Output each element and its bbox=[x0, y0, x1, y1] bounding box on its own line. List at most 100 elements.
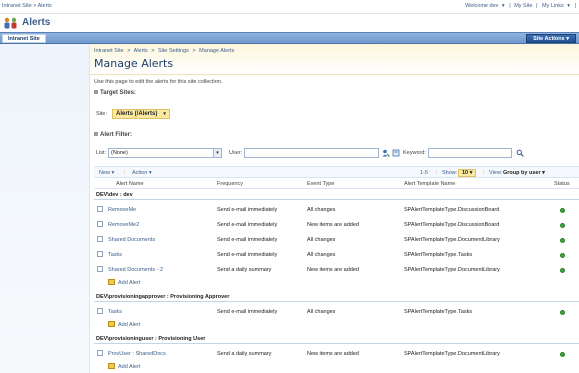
list-toolbar: New ▾ | Action ▾ 1-5 | Show: 10 ▾ | View… bbox=[94, 166, 579, 178]
alert-filter-heading: Alert Filter: bbox=[94, 132, 132, 138]
row-checkbox[interactable] bbox=[97, 206, 103, 212]
status-ok-icon bbox=[560, 238, 565, 243]
event-type-cell: All changes bbox=[307, 237, 336, 243]
row-checkbox[interactable] bbox=[97, 308, 103, 314]
group-header: DEV\provisioningapprover : Provisioning … bbox=[94, 292, 579, 302]
row-checkbox[interactable] bbox=[97, 251, 103, 257]
column-event-type[interactable]: Event Type bbox=[307, 181, 334, 187]
breadcrumb-link[interactable]: Alerts bbox=[134, 48, 148, 54]
row-checkbox[interactable] bbox=[97, 221, 103, 227]
event-type-cell: All changes bbox=[307, 207, 336, 213]
add-alert-link[interactable]: Add Alert bbox=[94, 361, 579, 372]
keyword-input[interactable] bbox=[428, 148, 512, 158]
event-type-cell: All changes bbox=[307, 309, 336, 315]
alert-name-link[interactable]: RemoveMe bbox=[108, 207, 136, 213]
add-alert-icon bbox=[108, 279, 115, 285]
frequency-cell: Send e-mail immediately bbox=[217, 207, 278, 213]
search-icon[interactable] bbox=[516, 149, 524, 157]
welcome-menu[interactable]: Welcome dev ▾ bbox=[464, 3, 506, 9]
main-content: Intranet Site > Alerts > Site Settings >… bbox=[90, 44, 579, 373]
column-frequency[interactable]: Frequency bbox=[217, 181, 243, 187]
event-type-cell: New items are added bbox=[307, 351, 359, 357]
list-label: List: bbox=[96, 150, 107, 156]
column-status[interactable]: Status bbox=[554, 181, 570, 187]
add-alert-label: Add Alert bbox=[118, 322, 141, 328]
toolbar-separator: | bbox=[124, 170, 126, 176]
user-links: Welcome dev ▾ | My Site | My Links ▾ | bbox=[463, 3, 577, 9]
user-input[interactable] bbox=[244, 148, 379, 158]
frequency-cell: Send e-mail immediately bbox=[217, 252, 278, 258]
my-links-menu[interactable]: My Links ▾ bbox=[541, 3, 571, 9]
alert-filter-label: Alert Filter: bbox=[100, 132, 133, 138]
top-nav-bar: Intranet Site Site Actions ▾ bbox=[0, 32, 579, 44]
show-count-selector[interactable]: 10 ▾ bbox=[458, 169, 477, 177]
new-menu[interactable]: New ▾ bbox=[99, 170, 114, 176]
view-label: View: bbox=[489, 170, 503, 176]
list-select-value: (None) bbox=[111, 150, 128, 156]
status-ok-icon bbox=[560, 223, 565, 228]
add-alert-label: Add Alert bbox=[118, 364, 141, 370]
breadcrumb-current: Manage Alerts bbox=[199, 48, 235, 54]
user-label: User: bbox=[229, 150, 243, 156]
table-row[interactable]: RemoveMe2 Send e-mail immediately New item… bbox=[94, 218, 579, 231]
event-type-cell: All changes bbox=[307, 252, 336, 258]
site-title[interactable]: Alerts bbox=[22, 17, 50, 28]
row-checkbox[interactable] bbox=[97, 266, 103, 272]
table-row[interactable]: Tasks Send e-mail immediately All changes S… bbox=[94, 248, 579, 261]
page-header: Intranet Site > Alerts > Site Settings >… bbox=[90, 44, 579, 75]
site-selector-value: Alerts (/Alerts) bbox=[116, 111, 158, 117]
toolbar-separator: | bbox=[436, 170, 438, 176]
add-alert-link[interactable]: Add Alert bbox=[94, 277, 579, 288]
tab-intranet-site[interactable]: Intranet Site bbox=[2, 34, 46, 43]
alert-name-link[interactable]: Shared Documents - 2 bbox=[108, 267, 163, 273]
frequency-cell: Send e-mail immediately bbox=[217, 237, 278, 243]
alert-name-link[interactable]: Shared Documents bbox=[108, 237, 155, 243]
address-book-icon[interactable] bbox=[392, 149, 400, 157]
grid-header: Alert Name Frequency Event Type Alert Te… bbox=[94, 178, 579, 189]
alert-name-link[interactable]: Tasks bbox=[108, 309, 122, 315]
separator: | bbox=[574, 3, 576, 9]
left-nav-panel bbox=[0, 44, 90, 373]
breadcrumb-link[interactable]: Site Settings bbox=[158, 48, 189, 54]
list-select[interactable]: (None) ▾ bbox=[108, 148, 222, 158]
table-row[interactable]: RemoveMe Send e-mail immediately All chang… bbox=[94, 203, 579, 216]
alert-name-link[interactable]: ProvUser : SharedDocs bbox=[108, 351, 166, 357]
show-label: Show: bbox=[442, 170, 458, 176]
group-header: DEV\dev : dev bbox=[94, 190, 579, 200]
target-sites-label: Target Sites: bbox=[100, 90, 136, 96]
status-ok-icon bbox=[560, 310, 565, 315]
view-selector[interactable]: Group by user ▾ bbox=[503, 170, 545, 176]
collapse-icon[interactable] bbox=[94, 90, 98, 95]
event-type-cell: New items are added bbox=[307, 222, 359, 228]
check-names-icon[interactable] bbox=[382, 149, 390, 157]
breadcrumb: Intranet Site > Alerts > Site Settings >… bbox=[94, 48, 236, 54]
breadcrumb-separator: > bbox=[151, 48, 155, 54]
table-row[interactable]: Tasks Send e-mail immediately All changes S… bbox=[94, 305, 579, 318]
site-actions-button[interactable]: Site Actions ▾ bbox=[526, 34, 576, 43]
column-template-name[interactable]: Alert Template Name bbox=[404, 181, 455, 187]
page-title: Manage Alerts bbox=[94, 57, 174, 70]
table-row[interactable]: Shared Documents - 2 Send a daily summary… bbox=[94, 263, 579, 276]
add-alert-icon bbox=[108, 363, 115, 369]
breadcrumb-link[interactable]: Intranet Site bbox=[94, 48, 124, 54]
site-selector[interactable]: Alerts (/Alerts) ▾ bbox=[112, 109, 170, 119]
column-alert-name[interactable]: Alert Name bbox=[116, 181, 144, 187]
alert-name-link[interactable]: RemoveMe2 bbox=[108, 222, 139, 228]
target-sites-heading: Target Sites: bbox=[94, 90, 136, 96]
add-alert-link[interactable]: Add Alert bbox=[94, 319, 579, 330]
top-bar: Intranet Site > Alerts Welcome dev ▾ | M… bbox=[0, 0, 579, 14]
filter-bar: List: (None) ▾ User: Keyword: bbox=[94, 148, 579, 158]
status-ok-icon bbox=[560, 352, 565, 357]
row-checkbox[interactable] bbox=[97, 236, 103, 242]
my-site-link[interactable]: My Site bbox=[514, 3, 532, 9]
chevron-down-icon: ▾ bbox=[163, 111, 166, 117]
template-name-cell: SPAlertTemplateType.DiscussionBoard bbox=[404, 207, 500, 213]
global-breadcrumb[interactable]: Intranet Site > Alerts bbox=[2, 3, 52, 9]
alert-name-link[interactable]: Tasks bbox=[108, 252, 122, 258]
status-ok-icon bbox=[560, 208, 565, 213]
table-row[interactable]: Shared Documents Send e-mail immediately A… bbox=[94, 233, 579, 246]
row-checkbox[interactable] bbox=[97, 350, 103, 356]
table-row[interactable]: ProvUser : SharedDocs Send a daily summar… bbox=[94, 347, 579, 360]
collapse-icon[interactable] bbox=[94, 132, 98, 137]
action-menu[interactable]: Action ▾ bbox=[132, 170, 152, 176]
